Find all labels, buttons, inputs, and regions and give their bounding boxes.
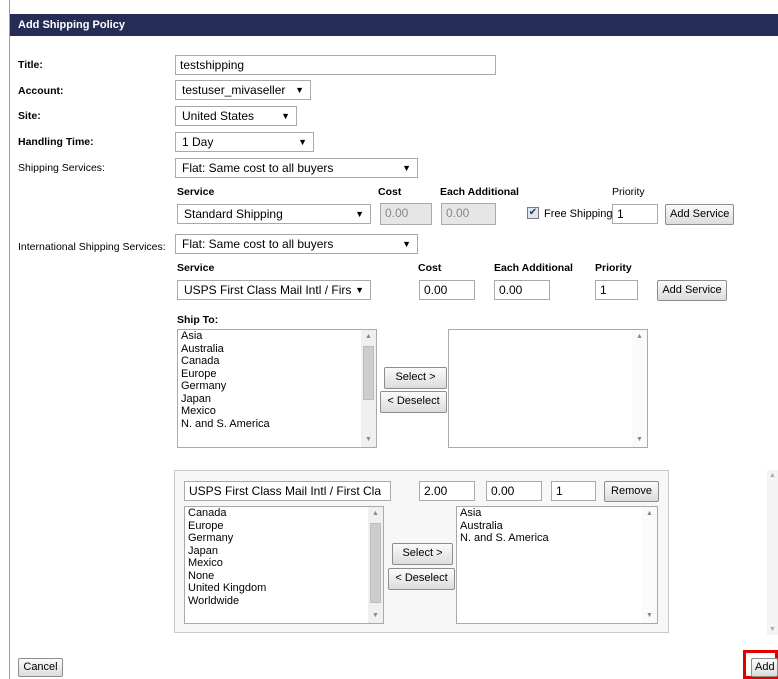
added-service-select-button[interactable]: Select > [392, 543, 453, 565]
chevron-down-icon: ▼ [402, 163, 411, 173]
added-service-priority-input[interactable]: 1 [551, 481, 596, 501]
added-service-deselect-button[interactable]: < Deselect [388, 568, 455, 590]
chevron-down-icon: ▼ [355, 285, 364, 295]
site-label: Site: [18, 110, 41, 122]
added-service-available-list[interactable]: Canada Europe Germany Japan Mexico None … [184, 506, 384, 624]
intl-service-header: Service [177, 262, 215, 274]
handling-time-select-value: 1 Day [182, 135, 214, 149]
intl-priority-header: Priority [595, 262, 632, 274]
list-item[interactable]: None [185, 570, 383, 583]
scroll-down-arrow-icon[interactable]: ▼ [642, 609, 657, 623]
list-item[interactable]: Asia [178, 330, 376, 343]
intl-cost-input[interactable]: 0.00 [419, 280, 475, 300]
page-scrollbar[interactable]: ▲ ▼ [767, 470, 778, 635]
intl-each-additional-header: Each Additional [494, 262, 573, 274]
scroll-down-arrow-icon[interactable]: ▼ [368, 609, 383, 623]
cancel-button[interactable]: Cancel [18, 658, 63, 677]
free-shipping-label: Free Shipping [544, 208, 613, 220]
chevron-down-icon: ▼ [295, 85, 304, 95]
domestic-service-value: Standard Shipping [184, 207, 283, 221]
shipping-services-label: Shipping Services: [18, 162, 105, 174]
intl-add-service-button[interactable]: Add Service [657, 280, 727, 301]
list-item[interactable]: Germany [185, 532, 383, 545]
scroll-up-arrow-icon[interactable]: ▲ [767, 472, 778, 479]
chevron-down-icon: ▼ [402, 239, 411, 249]
domestic-cost-header: Cost [378, 186, 402, 198]
handling-time-select[interactable]: 1 Day ▼ [175, 132, 314, 152]
site-select-value: United States [182, 109, 255, 123]
intl-priority-input[interactable]: 1 [595, 280, 638, 300]
ship-to-available-list[interactable]: Asia Australia Canada Europe Germany Jap… [177, 329, 377, 448]
scroll-down-arrow-icon[interactable]: ▼ [632, 433, 647, 447]
ship-to-label: Ship To: [177, 314, 219, 326]
select-button[interactable]: Select > [384, 367, 447, 389]
list-item[interactable]: Europe [178, 368, 376, 381]
list-item[interactable]: United Kingdom [185, 582, 383, 595]
scrollbar[interactable]: ▲ ▼ [642, 507, 657, 623]
intl-cost-header: Cost [418, 262, 442, 274]
domestic-priority-header: Priority [612, 186, 645, 198]
list-item[interactable]: Worldwide [185, 595, 383, 608]
domestic-cost-input[interactable]: 0.00 [380, 203, 432, 225]
international-services-type-select[interactable]: Flat: Same cost to all buyers ▼ [175, 234, 418, 254]
list-item[interactable]: Japan [178, 393, 376, 406]
shipping-services-type-select[interactable]: Flat: Same cost to all buyers ▼ [175, 158, 418, 178]
account-select-value: testuser_mivaseller [182, 83, 286, 97]
title-input[interactable]: testshipping [175, 55, 496, 75]
scroll-down-arrow-icon[interactable]: ▼ [361, 433, 376, 447]
account-label: Account: [18, 85, 64, 97]
scrollbar-thumb[interactable] [370, 523, 381, 603]
added-service-cost-input[interactable]: 2.00 [419, 481, 475, 501]
list-item[interactable]: Asia [457, 507, 657, 520]
chevron-down-icon: ▼ [355, 209, 364, 219]
list-item[interactable]: Mexico [178, 405, 376, 418]
list-item[interactable]: N. and S. America [457, 532, 657, 545]
chevron-down-icon: ▼ [298, 137, 307, 147]
domestic-service-select[interactable]: Standard Shipping ▼ [177, 204, 371, 224]
site-select[interactable]: United States ▼ [175, 106, 297, 126]
list-item[interactable]: Japan [185, 545, 383, 558]
list-item[interactable]: Europe [185, 520, 383, 533]
title-label: Title: [18, 59, 43, 71]
list-item[interactable]: Australia [178, 343, 376, 356]
chevron-down-icon: ▼ [281, 111, 290, 121]
account-select[interactable]: testuser_mivaseller ▼ [175, 80, 311, 100]
shipping-services-type-value: Flat: Same cost to all buyers [182, 161, 334, 175]
scrollbar-thumb[interactable] [363, 346, 374, 400]
free-shipping-checkbox[interactable]: ✔ [527, 207, 539, 219]
scroll-down-arrow-icon[interactable]: ▼ [767, 626, 778, 633]
international-shipping-services-label: International Shipping Services: [18, 241, 166, 253]
deselect-button[interactable]: < Deselect [380, 391, 447, 413]
added-service-name-input[interactable]: USPS First Class Mail Intl / First Cla [184, 481, 391, 501]
scrollbar[interactable]: ▲ ▼ [632, 330, 647, 447]
scrollbar[interactable]: ▲ ▼ [361, 330, 376, 447]
list-item[interactable]: Germany [178, 380, 376, 393]
scrollbar[interactable]: ▲ ▼ [368, 507, 383, 623]
added-service-selected-list[interactable]: Asia Australia N. and S. America ▲ ▼ [456, 506, 658, 624]
list-item[interactable]: N. and S. America [178, 418, 376, 431]
intl-service-select[interactable]: USPS First Class Mail Intl / Firs ▼ [177, 280, 371, 300]
international-services-type-value: Flat: Same cost to all buyers [182, 237, 334, 251]
list-item[interactable]: Canada [185, 507, 383, 520]
ship-to-selected-list[interactable]: ▲ ▼ [448, 329, 648, 448]
list-item[interactable]: Canada [178, 355, 376, 368]
scroll-up-arrow-icon[interactable]: ▲ [368, 507, 383, 521]
domestic-each-additional-input[interactable]: 0.00 [441, 203, 496, 225]
domestic-priority-input[interactable]: 1 [612, 204, 658, 224]
scroll-up-arrow-icon[interactable]: ▲ [632, 330, 647, 344]
domestic-add-service-button[interactable]: Add Service [665, 204, 734, 225]
list-item[interactable]: Mexico [185, 557, 383, 570]
remove-button[interactable]: Remove [604, 481, 659, 502]
scroll-up-arrow-icon[interactable]: ▲ [642, 507, 657, 521]
domestic-service-header: Service [177, 186, 215, 198]
intl-service-value: USPS First Class Mail Intl / Firs [184, 283, 352, 297]
intl-each-additional-input[interactable]: 0.00 [494, 280, 550, 300]
scroll-up-arrow-icon[interactable]: ▲ [361, 330, 376, 344]
handling-time-label: Handling Time: [18, 136, 94, 148]
add-button[interactable]: Add [751, 658, 778, 677]
list-item[interactable]: Australia [457, 520, 657, 533]
domestic-each-additional-header: Each Additional [440, 186, 519, 198]
added-service-each-additional-input[interactable]: 0.00 [486, 481, 542, 501]
dialog-title: Add Shipping Policy [10, 14, 778, 36]
